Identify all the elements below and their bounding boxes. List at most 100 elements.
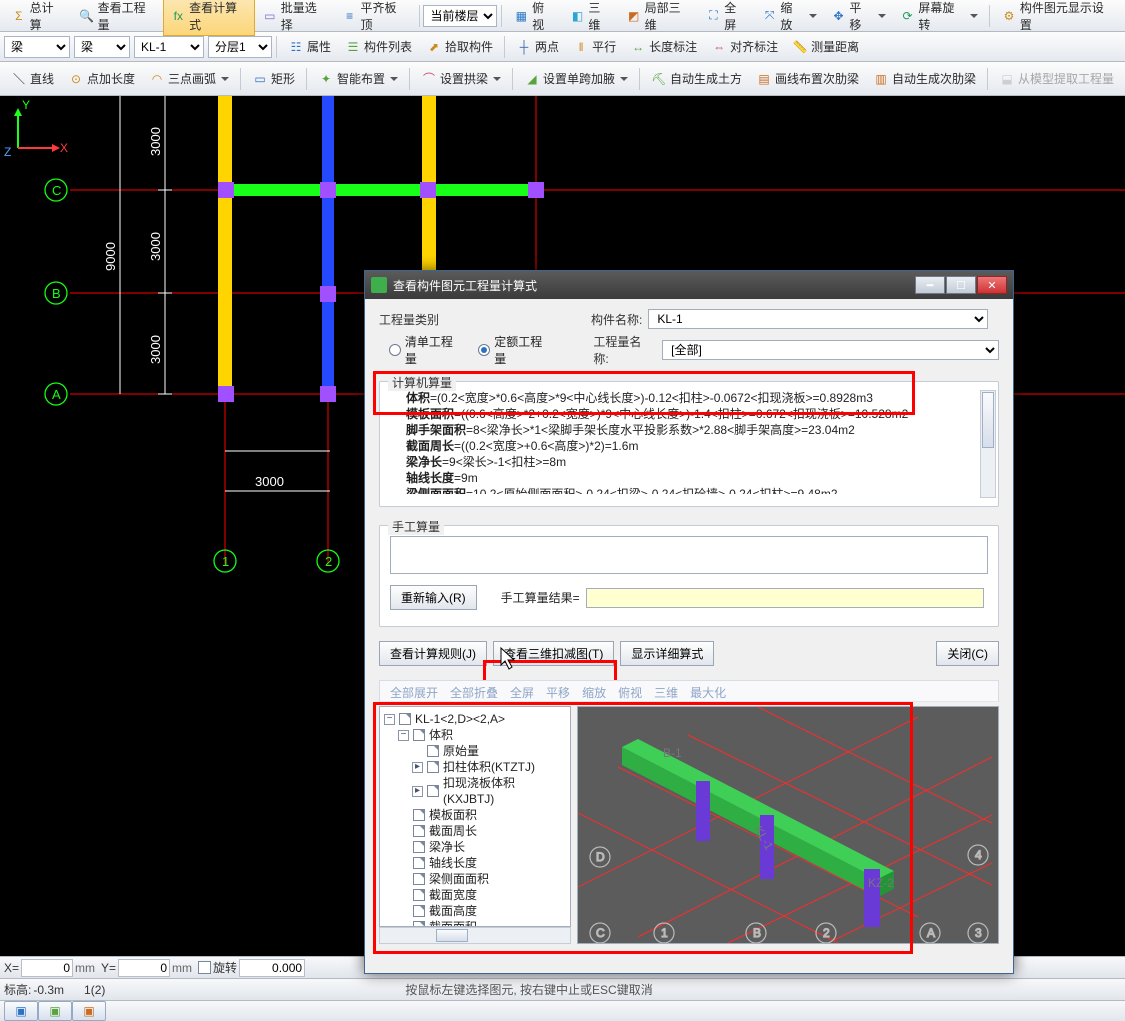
- taskbar-app-1[interactable]: ▣: [4, 1001, 38, 1021]
- tree-row[interactable]: 梁净长: [384, 839, 566, 855]
- ft-pan[interactable]: 平移: [546, 684, 570, 701]
- calc-line[interactable]: 截面周长=((0.2<宽度>+0.6<高度>)*2)=1.6m: [388, 438, 990, 454]
- tree-row[interactable]: −体积: [384, 727, 566, 743]
- tool-cljl[interactable]: 📏测量距离: [785, 35, 866, 58]
- tool-plxz[interactable]: ▭批量选择: [255, 0, 335, 36]
- manual-textarea[interactable]: [390, 536, 988, 574]
- x-input[interactable]: [21, 959, 73, 977]
- gjmc-select[interactable]: KL-1: [648, 309, 988, 329]
- tree-row[interactable]: 截面面积: [384, 919, 566, 927]
- calc-line[interactable]: 模板面积=((0.6<高度>*2+0.2<宽度>)*9<中心线长度>)-1.4<…: [388, 406, 990, 422]
- category-label: 工程量类别: [379, 311, 439, 328]
- btn-detail[interactable]: 显示详细算式: [620, 641, 714, 666]
- expander-icon[interactable]: ▸: [412, 762, 423, 773]
- ft-full[interactable]: 全屏: [510, 684, 534, 701]
- tree-label: 模板面积: [429, 807, 477, 823]
- tool-ckjsf[interactable]: fx查看计算式: [163, 0, 255, 36]
- category-select-2[interactable]: 梁: [74, 36, 130, 58]
- expander-icon[interactable]: −: [398, 730, 409, 741]
- tool-zhixian[interactable]: ＼直线: [4, 67, 61, 90]
- tool-juxing[interactable]: ▭矩形: [245, 67, 302, 90]
- expander-icon[interactable]: −: [384, 714, 395, 725]
- tree-row[interactable]: ▸扣现浇板体积(KXJBTJ): [384, 775, 566, 807]
- tree-row[interactable]: −KL-1<2,D><2,A>: [384, 711, 566, 727]
- tool-pmxz[interactable]: ⟳屏幕旋转: [893, 0, 986, 36]
- tree-row[interactable]: 轴线长度: [384, 855, 566, 871]
- radio-quota[interactable]: [478, 344, 490, 356]
- calc-result-list[interactable]: 体积=(0.2<宽度>*0.6<高度>*9<中心线长度>)-0.12<扣柱>-0…: [388, 390, 990, 494]
- tree-hscroll[interactable]: [379, 927, 571, 944]
- tool-hxbzcl[interactable]: ▤画线布置次肋梁: [749, 67, 866, 90]
- btn-reenter[interactable]: 重新输入(R): [390, 585, 477, 610]
- tree-row[interactable]: 截面周长: [384, 823, 566, 839]
- category-select-1[interactable]: 梁: [4, 36, 70, 58]
- deduction-3d-view[interactable]: B-1 KL-1 KZ-2 D C 1 B 2 A 3 4: [577, 706, 999, 944]
- close-button[interactable]: ✕: [977, 276, 1007, 294]
- calc-line[interactable]: 体积=(0.2<宽度>*0.6<高度>*9<中心线长度>)-0.12<扣柱>-0…: [388, 390, 990, 406]
- tool-sdhy[interactable]: ◠三点画弧: [142, 67, 236, 90]
- tree-row[interactable]: 模板面积: [384, 807, 566, 823]
- rotate-input[interactable]: [239, 959, 305, 977]
- tree-row[interactable]: 截面高度: [384, 903, 566, 919]
- layer-select[interactable]: 分层1: [208, 36, 272, 58]
- tree-label: 梁净长: [429, 839, 465, 855]
- dialog-titlebar[interactable]: 查看构件图元工程量计算式 ━ ☐ ✕: [365, 271, 1013, 299]
- tool-fushi[interactable]: ▦俯视: [506, 0, 562, 36]
- calc-line[interactable]: 梁净长=9<梁长>-1<扣柱>=8m: [388, 454, 990, 470]
- calc-line[interactable]: 脚手架面积=8<梁净长>*1<梁脚手架长度水平投影系数>*2.88<脚手架高度>…: [388, 422, 990, 438]
- tool-znbz[interactable]: ✦智能布置: [311, 67, 405, 90]
- tool-gjtyxssz[interactable]: ⚙构件图元显示设置: [994, 0, 1121, 36]
- calc-line[interactable]: 轴线长度=9m: [388, 470, 990, 486]
- tool-shuxing[interactable]: ☷属性: [281, 35, 338, 58]
- current-floor-select[interactable]: 当前楼层: [423, 5, 497, 27]
- radio-bill[interactable]: [389, 344, 401, 356]
- quantity-tree[interactable]: −KL-1<2,D><2,A>−体积原始量▸扣柱体积(KTZTJ)▸扣现浇板体积…: [379, 706, 571, 927]
- tool-szgl[interactable]: ⌒设置拱梁: [414, 67, 508, 90]
- btn-rule[interactable]: 查看计算规则(J): [379, 641, 487, 666]
- status-hint: 按鼠标左键选择图元, 按右键中止或ESC键取消: [405, 981, 652, 998]
- member-select[interactable]: KL-1: [134, 36, 204, 58]
- tree-row[interactable]: ▸扣柱体积(KTZTJ): [384, 759, 566, 775]
- tool-sanwei[interactable]: ◧三维: [563, 0, 619, 36]
- rotate-checkbox[interactable]: [198, 961, 211, 974]
- taskbar-app-2[interactable]: ▣: [38, 1001, 72, 1021]
- align-top-icon: ≡: [342, 8, 358, 24]
- btn-close-bottom[interactable]: 关闭(C): [936, 641, 999, 666]
- tool-shiqu[interactable]: ⬈拾取构件: [419, 35, 500, 58]
- tool-dqbz[interactable]: ⇔对齐标注: [704, 35, 785, 58]
- tree-row[interactable]: 截面宽度: [384, 887, 566, 903]
- y-input[interactable]: [118, 959, 170, 977]
- tree-row[interactable]: 梁侧面面积: [384, 871, 566, 887]
- tool-jbsw[interactable]: ◩局部三维: [619, 0, 699, 36]
- expander-icon[interactable]: ▸: [412, 786, 423, 797]
- maximize-button[interactable]: ☐: [946, 276, 976, 294]
- ft-top[interactable]: 俯视: [618, 684, 642, 701]
- calc-line[interactable]: 梁侧面面积=10.2<原始侧面面积>-0.24<扣梁>-0.24<扣砼墙>-0.…: [388, 486, 990, 494]
- ft-3d[interactable]: 三维: [654, 684, 678, 701]
- tree-row[interactable]: 原始量: [384, 743, 566, 759]
- minimize-button[interactable]: ━: [915, 276, 945, 294]
- tool-pbd[interactable]: ≡平齐板顶: [335, 0, 415, 36]
- tool-djcd[interactable]: ⊙点加长度: [61, 67, 142, 90]
- tool-cdbz[interactable]: ↔长度标注: [623, 35, 704, 58]
- ft-zoom[interactable]: 缩放: [582, 684, 606, 701]
- tool-pingxing[interactable]: ‖平行: [566, 35, 623, 58]
- btn-3d[interactable]: 查看三维扣减图(T): [493, 641, 614, 666]
- gclmc-select[interactable]: [全部]: [662, 340, 999, 360]
- ft-expand[interactable]: 全部展开: [390, 684, 438, 701]
- ft-collapse[interactable]: 全部折叠: [450, 684, 498, 701]
- manual-result-field[interactable]: [586, 588, 984, 608]
- tool-zdsctf[interactable]: ⛏自动生成土方: [644, 67, 749, 90]
- tool-zdsccl[interactable]: ▥自动生成次肋梁: [866, 67, 983, 90]
- tool-liangdian[interactable]: ┼两点: [509, 35, 566, 58]
- tool-pingyi[interactable]: ✥平移: [824, 0, 893, 36]
- tool-cgcl[interactable]: 🔍查看工程量: [72, 0, 164, 36]
- tool-gjlist[interactable]: ☰构件列表: [338, 35, 419, 58]
- tool-szdkjf[interactable]: ◢设置单跨加腋: [517, 67, 635, 90]
- taskbar-app-3[interactable]: ▣: [72, 1001, 106, 1021]
- tool-suofang[interactable]: ⤧缩放: [755, 0, 824, 36]
- tool-zongjisuan[interactable]: Σ总计算: [4, 0, 72, 36]
- tool-quanping[interactable]: ⛶全屏: [699, 0, 755, 36]
- ft-max[interactable]: 最大化: [690, 684, 726, 701]
- calc-scrollbar[interactable]: [980, 390, 996, 498]
